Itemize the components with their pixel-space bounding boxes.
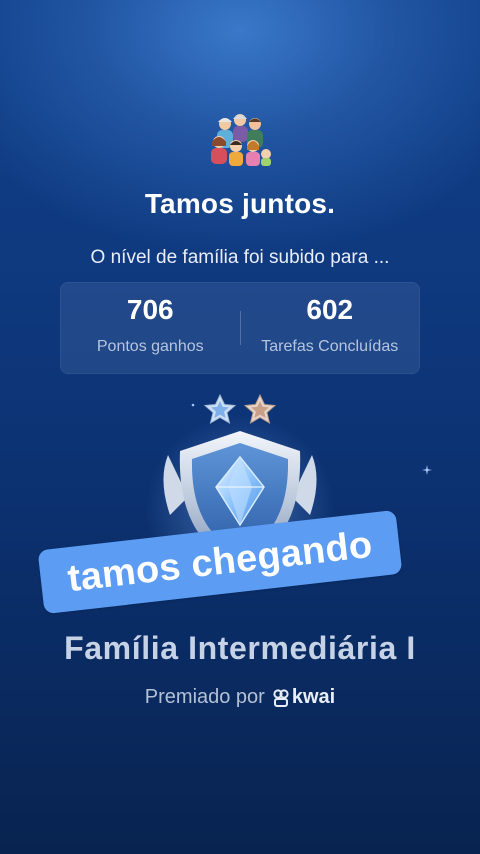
stat-points: 706 Pontos ganhos: [61, 283, 240, 373]
kwai-logo-icon: [273, 688, 289, 707]
family-group-icon: [211, 114, 271, 166]
award-line: Premiado por kwai: [0, 686, 480, 709]
family-level-name: Família Intermediária I: [64, 630, 416, 666]
stats-card: 706 Pontos ganhos 602 Tarefas Concluídas: [60, 282, 420, 374]
sticker-text: tamos chegando: [65, 523, 375, 600]
kwai-brand-text: kwai: [291, 686, 336, 708]
page-title: Tamos juntos.: [144, 188, 336, 219]
points-value: 706: [126, 294, 174, 325]
points-label: Pontos ganhos: [96, 338, 204, 355]
family-level-up-screen: Tamos juntos. O nível de família foi sub…: [0, 0, 480, 854]
award-prefix: Premiado por: [144, 686, 265, 708]
tasks-value: 602: [306, 294, 354, 325]
level-up-message: O nível de família foi subido para ...: [90, 247, 390, 268]
tasks-label: Tarefas Concluídas: [261, 338, 399, 355]
kwai-logo: kwai: [273, 686, 335, 709]
stat-tasks: 602 Tarefas Concluídas: [241, 283, 420, 373]
sparkle-icon: [422, 465, 432, 475]
